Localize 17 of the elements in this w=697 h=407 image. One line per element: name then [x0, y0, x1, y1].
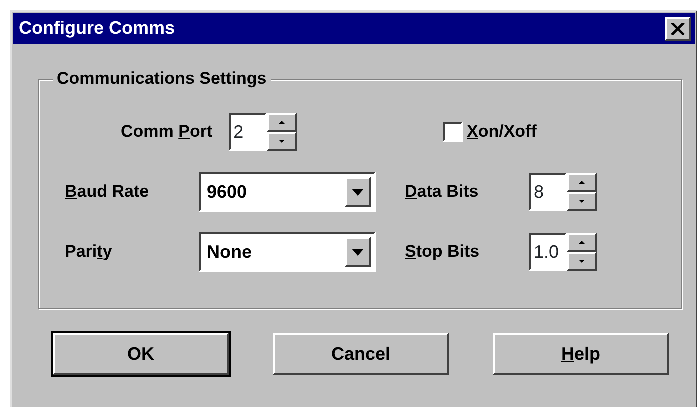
spin-field[interactable]: 8 — [529, 173, 567, 211]
dialog-button[interactable]: Help — [493, 333, 669, 375]
field-label: Parity — [65, 241, 114, 264]
field-label: Stop Bits — [405, 241, 481, 264]
spin-field[interactable]: 1.0 — [529, 233, 567, 271]
dialog-button[interactable]: OK — [53, 333, 229, 375]
dropdown-value: 9600 — [207, 180, 248, 204]
dropdown-field[interactable]: 9600 — [199, 172, 376, 212]
dropdown-value: None — [207, 240, 252, 264]
checkbox-label: Xon/Xoff — [467, 121, 538, 144]
dialog-button[interactable]: Cancel — [273, 333, 449, 375]
field-label: Data Bits — [405, 181, 480, 204]
window-title: Configure Comms — [19, 17, 176, 40]
field-label: Comm Port — [121, 121, 213, 144]
dropdown-field[interactable]: None — [199, 232, 376, 272]
spin-field[interactable]: 2 — [228, 113, 267, 151]
field-label: Baud Rate — [65, 181, 150, 204]
